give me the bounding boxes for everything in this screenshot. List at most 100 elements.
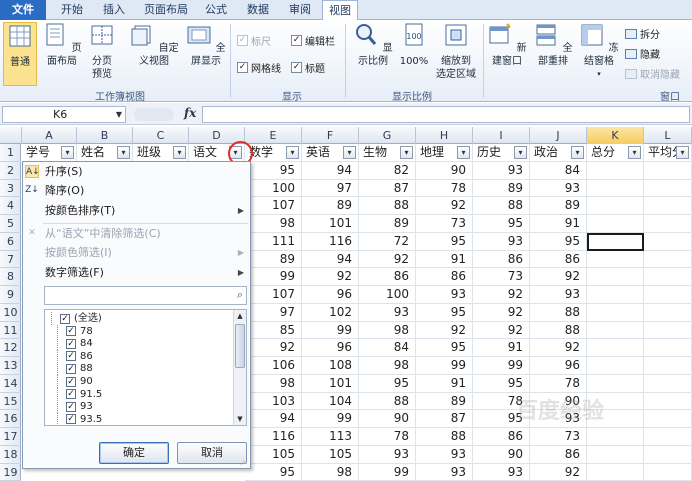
data-cell[interactable]: 100 <box>245 180 302 198</box>
resize-grip-icon[interactable]: ⋰ <box>240 457 248 466</box>
data-cell[interactable]: 73 <box>530 428 587 446</box>
header-cell[interactable]: 地理▾ <box>416 144 473 162</box>
data-cell[interactable]: 88 <box>359 197 416 215</box>
data-cell[interactable]: 89 <box>245 251 302 269</box>
formula-bar-splitter[interactable] <box>134 108 174 121</box>
column-header-l[interactable]: L <box>644 127 692 144</box>
data-cell[interactable]: 92 <box>416 322 473 340</box>
empty-cell[interactable] <box>587 197 644 215</box>
filter-dropdown-button[interactable]: ▾ <box>173 146 186 159</box>
header-cell[interactable]: 姓名▾ <box>77 144 133 162</box>
column-header-i[interactable]: I <box>473 127 530 144</box>
filter-dropdown-button[interactable]: ▾ <box>676 146 689 159</box>
data-cell[interactable]: 78 <box>416 180 473 198</box>
column-header-e[interactable]: E <box>245 127 302 144</box>
empty-cell[interactable] <box>644 428 692 446</box>
row-header[interactable]: 6 <box>0 233 21 251</box>
filter-dropdown-button[interactable]: ▾ <box>117 146 130 159</box>
tab-formulas[interactable]: 公式 <box>198 0 234 20</box>
data-cell[interactable]: 95 <box>530 233 587 251</box>
data-cell[interactable]: 93 <box>416 446 473 464</box>
data-cell[interactable]: 92 <box>359 251 416 269</box>
data-cell[interactable]: 116 <box>302 233 359 251</box>
data-cell[interactable]: 88 <box>530 304 587 322</box>
arrange-all-button[interactable]: 全部重排 <box>530 22 576 68</box>
data-cell[interactable]: 99 <box>245 268 302 286</box>
header-cell[interactable]: 生物▾ <box>359 144 416 162</box>
row-header[interactable]: 11 <box>0 322 21 340</box>
data-cell[interactable]: 98 <box>245 375 302 393</box>
empty-cell[interactable] <box>644 162 692 180</box>
column-header-c[interactable]: C <box>133 127 189 144</box>
data-cell[interactable]: 95 <box>473 375 530 393</box>
headings-checkbox[interactable]: ✓标题 <box>291 60 325 75</box>
data-cell[interactable]: 84 <box>530 162 587 180</box>
empty-cell[interactable] <box>644 304 692 322</box>
data-cell[interactable]: 96 <box>302 286 359 304</box>
data-cell[interactable]: 93 <box>359 446 416 464</box>
data-cell[interactable]: 105 <box>245 446 302 464</box>
zoom-100-button[interactable]: 100 100% <box>398 22 430 68</box>
data-cell[interactable]: 90 <box>416 162 473 180</box>
formula-bar-checkbox[interactable]: ✓编辑栏 <box>291 33 335 48</box>
page-break-preview-button[interactable]: 分页 预览 <box>86 22 118 81</box>
data-cell[interactable]: 106 <box>245 357 302 375</box>
data-cell[interactable]: 78 <box>530 375 587 393</box>
filter-value-item[interactable]: ✓86 <box>57 350 93 363</box>
data-cell[interactable]: 102 <box>302 304 359 322</box>
empty-cell[interactable] <box>587 268 644 286</box>
empty-cell[interactable] <box>587 304 644 322</box>
empty-cell[interactable] <box>587 339 644 357</box>
data-cell[interactable]: 92 <box>473 304 530 322</box>
data-cell[interactable]: 97 <box>302 180 359 198</box>
tab-file[interactable]: 文件 <box>0 0 46 20</box>
data-cell[interactable]: 78 <box>359 428 416 446</box>
data-cell[interactable]: 93 <box>359 304 416 322</box>
data-cell[interactable]: 91 <box>416 251 473 269</box>
data-cell[interactable]: 86 <box>359 268 416 286</box>
data-cell[interactable]: 85 <box>245 322 302 340</box>
data-cell[interactable]: 92 <box>302 268 359 286</box>
data-cell[interactable]: 98 <box>302 464 359 481</box>
empty-cell[interactable] <box>587 215 644 233</box>
empty-cell[interactable] <box>587 464 644 481</box>
data-cell[interactable]: 101 <box>302 215 359 233</box>
data-cell[interactable]: 73 <box>416 215 473 233</box>
data-cell[interactable]: 101 <box>302 375 359 393</box>
data-cell[interactable]: 107 <box>245 286 302 304</box>
data-cell[interactable]: 86 <box>473 428 530 446</box>
empty-cell[interactable] <box>644 251 692 269</box>
data-cell[interactable]: 90 <box>359 410 416 428</box>
filter-dropdown-button[interactable]: ▾ <box>457 146 470 159</box>
filter-dropdown-button[interactable]: ▾ <box>514 146 527 159</box>
filter-value-item[interactable]: ✓(全选) <box>51 312 102 325</box>
empty-cell[interactable] <box>644 446 692 464</box>
filter-value-item[interactable]: ✓90 <box>57 375 93 388</box>
header-cell[interactable]: 英语▾ <box>302 144 359 162</box>
data-cell[interactable]: 93 <box>416 464 473 481</box>
column-header-h[interactable]: H <box>416 127 473 144</box>
data-cell[interactable]: 89 <box>416 393 473 411</box>
sort-ascending-item[interactable]: A↓升序(S) <box>23 162 250 181</box>
row-header[interactable]: 18 <box>0 446 21 464</box>
header-cell[interactable]: 班级▾ <box>133 144 189 162</box>
filter-dropdown-button[interactable]: ▾ <box>571 146 584 159</box>
empty-cell[interactable] <box>587 180 644 198</box>
data-cell[interactable]: 89 <box>359 215 416 233</box>
tab-view[interactable]: 视图 <box>322 0 358 21</box>
data-cell[interactable]: 97 <box>245 304 302 322</box>
scroll-down-icon[interactable]: ▼ <box>234 413 246 425</box>
row-header[interactable]: 16 <box>0 410 21 428</box>
column-header-j[interactable]: J <box>530 127 587 144</box>
row-header[interactable]: 4 <box>0 197 21 215</box>
filter-dropdown-button[interactable]: ▾ <box>61 146 74 159</box>
header-cell[interactable]: 历史▾ <box>473 144 530 162</box>
data-cell[interactable]: 93 <box>473 162 530 180</box>
normal-view-button[interactable]: 普通 <box>3 22 37 86</box>
data-cell[interactable]: 92 <box>416 197 473 215</box>
filter-dropdown-button[interactable]: ▾ <box>400 146 413 159</box>
column-header-b[interactable]: B <box>77 127 133 144</box>
data-cell[interactable]: 99 <box>302 322 359 340</box>
empty-cell[interactable] <box>644 268 692 286</box>
data-cell[interactable]: 92 <box>530 268 587 286</box>
